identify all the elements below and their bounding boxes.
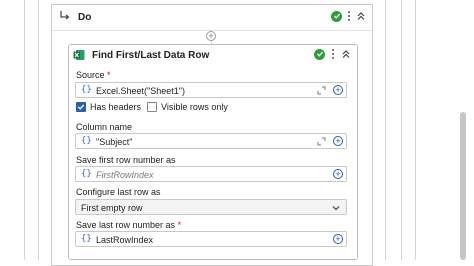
scrollbar-thumb[interactable] — [460, 112, 466, 260]
canvas-guide-line — [24, 0, 25, 260]
card-header[interactable]: Find First/Last Data Row — [69, 45, 357, 65]
add-activity-button[interactable]: + — [206, 31, 216, 41]
canvas-guide-line — [401, 0, 402, 260]
save-first-row-field[interactable]: {} FirstRowIndex + — [75, 166, 347, 182]
plus-circle-icon[interactable]: + — [333, 234, 343, 244]
expand-editor-icon[interactable] — [317, 86, 326, 95]
double-chevron-up-icon[interactable] — [341, 49, 351, 59]
checkbox-checked-icon[interactable] — [76, 102, 86, 112]
check-circle-icon — [314, 49, 325, 60]
canvas-guide-line — [385, 0, 386, 260]
plus-circle-icon[interactable]: + — [333, 169, 343, 179]
double-chevron-up-icon[interactable] — [356, 11, 366, 21]
source-value: Excel.Sheet("Sheet1") — [96, 86, 185, 96]
save-first-row-placeholder: FirstRowIndex — [96, 170, 154, 180]
has-headers-label: Has headers — [90, 102, 141, 112]
vertical-scrollbar[interactable] — [459, 0, 467, 260]
save-last-row-field[interactable]: {} LastRowIndex + — [75, 231, 347, 247]
expand-editor-icon[interactable] — [317, 137, 326, 146]
canvas-guide-line — [38, 0, 39, 260]
configure-last-row-label: Configure last row as — [76, 187, 161, 197]
visible-rows-only-checkbox[interactable]: Visible rows only — [147, 102, 228, 112]
more-vertical-icon[interactable] — [346, 10, 352, 22]
source-field[interactable]: {} Excel.Sheet("Sheet1") + — [75, 82, 347, 98]
expression-brace-icon: {} — [81, 234, 92, 244]
visible-rows-only-label: Visible rows only — [161, 102, 228, 112]
expression-brace-icon: {} — [81, 136, 92, 146]
save-first-row-label: Save first row number as — [76, 155, 176, 165]
canvas-guide-line — [415, 0, 416, 260]
plus-circle-icon[interactable]: + — [333, 85, 343, 95]
expression-brace-icon: {} — [81, 85, 92, 95]
do-header[interactable]: Do — [52, 5, 372, 31]
plus-circle-icon[interactable]: + — [333, 136, 343, 146]
source-label: Source * — [76, 70, 111, 80]
column-name-field[interactable]: {} "Subject" + — [75, 133, 347, 149]
configure-last-row-select[interactable]: First empty row — [75, 199, 347, 215]
card-title: Find First/Last Data Row — [92, 50, 209, 61]
find-data-row-card[interactable]: Find First/Last Data Row Source * {} Exc… — [68, 44, 358, 260]
save-last-row-label: Save last row number as * — [76, 220, 181, 230]
more-vertical-icon[interactable] — [330, 48, 336, 60]
column-name-label: Column name — [76, 122, 132, 132]
branch-arrow-icon — [58, 10, 70, 22]
checkbox-unchecked-icon[interactable] — [147, 102, 157, 112]
excel-icon — [73, 49, 85, 61]
check-circle-icon — [331, 11, 342, 22]
chevron-down-icon — [332, 204, 340, 212]
save-last-row-value: LastRowIndex — [96, 235, 153, 245]
do-title: Do — [78, 12, 91, 23]
configure-last-row-value: First empty row — [81, 203, 143, 213]
has-headers-checkbox[interactable]: Has headers — [76, 102, 141, 112]
expression-brace-icon: {} — [81, 169, 92, 179]
column-name-value: "Subject" — [96, 137, 132, 147]
